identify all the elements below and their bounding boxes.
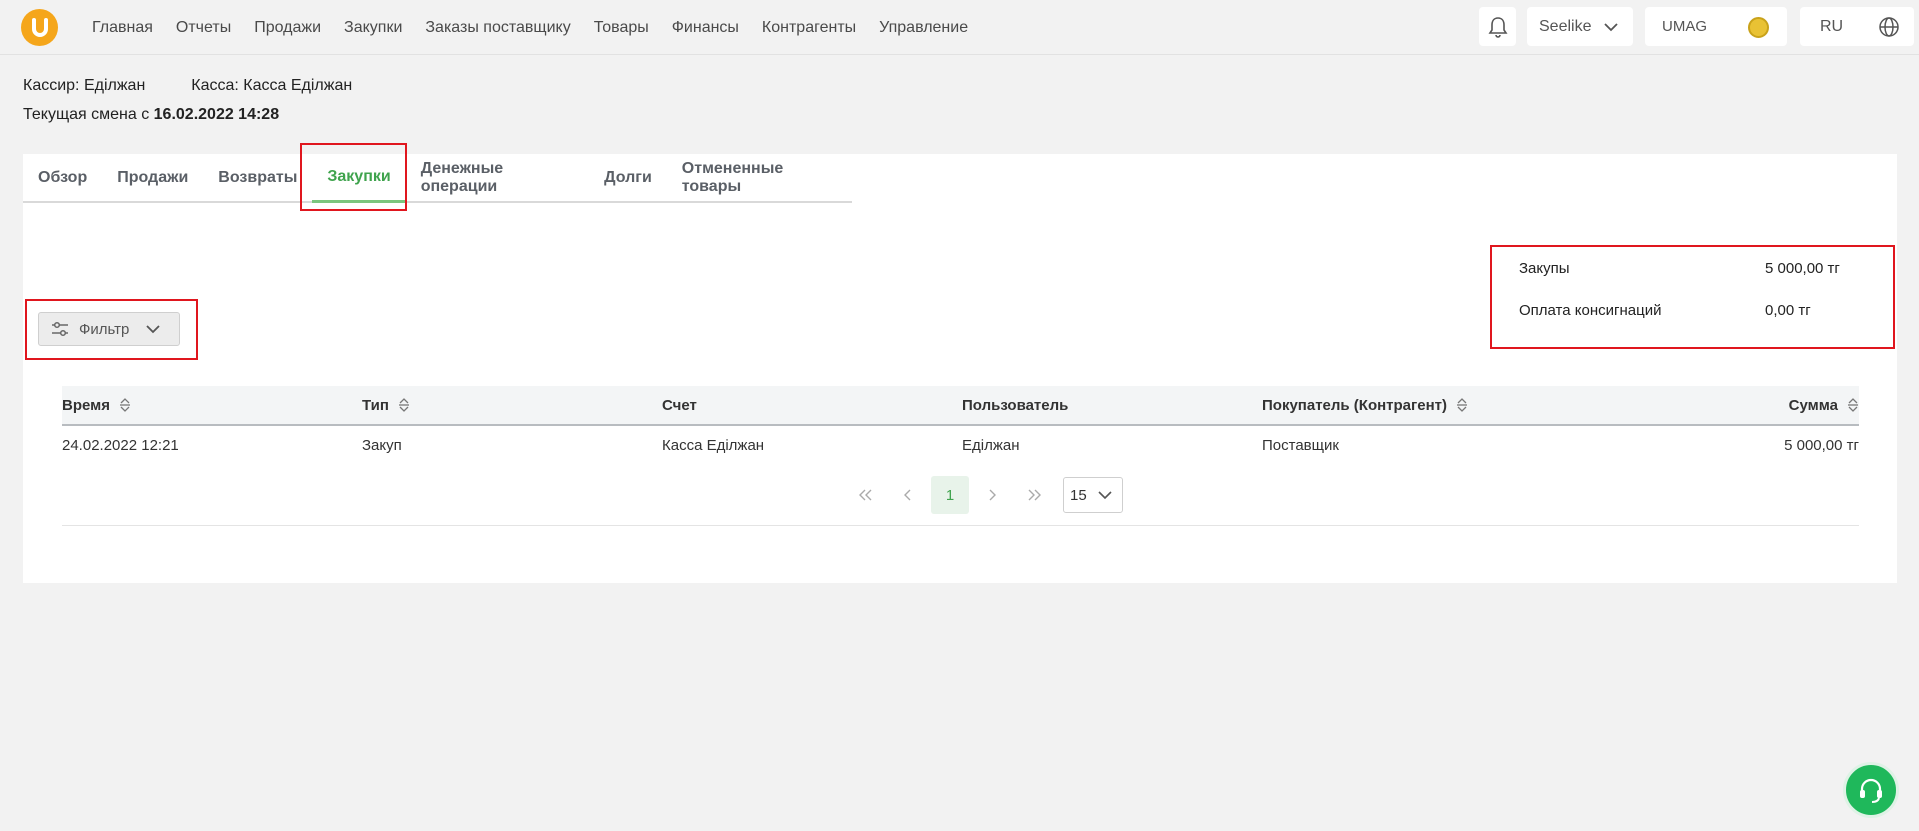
col-time-label: Время (62, 396, 110, 414)
col-user-header: Пользователь (962, 397, 1262, 414)
purchases-table: Время Тип Счет Пользователь Покупатель (… (62, 386, 1859, 526)
store-name: UMAG (1662, 18, 1707, 35)
col-buyer-label: Покупатель (Контрагент) (1262, 396, 1448, 414)
register-label: Касса: Касса Еділжан (191, 77, 353, 94)
col-sum-header[interactable]: Сумма (1562, 397, 1859, 414)
filter-highlight-box (25, 299, 198, 360)
tab-debts[interactable]: Долги (589, 153, 667, 202)
cell-sum: 5 000,00 тг (1784, 436, 1859, 454)
nav-item-goods[interactable]: Товары (594, 19, 649, 37)
table-header: Время Тип Счет Пользователь Покупатель (… (62, 386, 1859, 426)
user-menu-button[interactable]: Seelike (1527, 7, 1633, 46)
sort-icon[interactable] (1847, 397, 1859, 413)
double-chevron-left-icon (859, 489, 872, 501)
language-code: RU (1820, 17, 1844, 35)
prev-page-button[interactable] (889, 476, 927, 514)
shift-info: Кассир: Еділжан Касса: Касса Еділжан Тек… (23, 77, 352, 124)
logo-u-glyph (31, 17, 48, 37)
tab-highlight-box (300, 143, 407, 211)
nav-item-counterparties[interactable]: Контрагенты (762, 19, 856, 37)
globe-icon (1879, 17, 1899, 37)
logo-icon[interactable] (21, 9, 58, 46)
col-buyer-header[interactable]: Покупатель (Контрагент) (1262, 397, 1562, 414)
col-user-label: Пользователь (962, 396, 1069, 414)
col-type-header[interactable]: Тип (362, 397, 662, 414)
nav-item-reports[interactable]: Отчеты (176, 19, 231, 37)
nav-item-supplier-orders[interactable]: Заказы поставщику (425, 19, 570, 37)
cell-user: Еділжан (962, 436, 1020, 454)
first-page-button[interactable] (847, 476, 885, 514)
col-account-label: Счет (662, 396, 697, 414)
cell-buyer: Поставщик (1262, 436, 1339, 454)
page-size-select[interactable]: 15 (1063, 477, 1123, 513)
notifications-button[interactable] (1479, 7, 1516, 46)
nav-item-main[interactable]: Главная (92, 19, 153, 37)
headset-icon (1860, 778, 1882, 803)
main-panel: Обзор Продажи Возвраты Закупки Денежные … (23, 143, 1897, 583)
chevron-right-icon (989, 489, 996, 501)
summary-highlight-box (1490, 245, 1895, 349)
store-selector[interactable]: UMAG (1645, 7, 1787, 46)
cashier-label: Кассир: Еділжан (23, 77, 146, 94)
current-shift-value: 16.02.2022 14:28 (153, 106, 280, 123)
nav-item-finance[interactable]: Финансы (672, 19, 739, 37)
chevron-left-icon (904, 489, 911, 501)
nav-item-purchases[interactable]: Закупки (344, 19, 402, 37)
col-account-header: Счет (662, 397, 962, 414)
col-sum-label: Сумма (1788, 396, 1838, 414)
nav-item-sales[interactable]: Продажи (254, 19, 321, 37)
tab-sales[interactable]: Продажи (102, 153, 203, 202)
page-size-value: 15 (1070, 486, 1087, 504)
sort-icon[interactable] (1456, 397, 1468, 413)
next-page-button[interactable] (973, 476, 1011, 514)
page-number-current[interactable]: 1 (931, 476, 969, 514)
last-page-button[interactable] (1015, 476, 1053, 514)
col-time-header[interactable]: Время (62, 397, 362, 414)
tab-cancelled-goods[interactable]: Отмененные товары (667, 153, 852, 202)
col-type-label: Тип (362, 396, 389, 414)
sort-icon[interactable] (119, 397, 131, 413)
chevron-down-icon (1604, 23, 1618, 32)
language-selector[interactable]: RU (1800, 7, 1914, 46)
pagination: 1 15 (62, 472, 1859, 526)
bell-icon (1488, 16, 1507, 38)
support-chat-button[interactable] (1843, 762, 1899, 818)
user-name: Seelike (1539, 17, 1592, 35)
coin-icon (1748, 17, 1769, 38)
top-bar: Главная Отчеты Продажи Закупки Заказы по… (0, 0, 1919, 55)
tab-cash-operations[interactable]: Денежные операции (406, 153, 589, 202)
table-row[interactable]: 24.02.2022 12:21 Закуп Касса Еділжан Еді… (62, 426, 1859, 464)
chevron-down-icon (1098, 491, 1112, 500)
cell-account: Касса Еділжан (662, 436, 765, 454)
tab-bar: Обзор Продажи Возвраты Закупки Денежные … (23, 154, 852, 203)
current-shift-label: Текущая смена с (23, 106, 154, 123)
cell-time: 24.02.2022 12:21 (62, 436, 179, 454)
double-chevron-right-icon (1028, 489, 1041, 501)
sort-icon[interactable] (398, 397, 410, 413)
main-nav: Главная Отчеты Продажи Закупки Заказы по… (92, 0, 991, 55)
cell-type: Закуп (362, 436, 402, 454)
tab-overview[interactable]: Обзор (23, 153, 102, 202)
tab-returns[interactable]: Возвраты (203, 153, 312, 202)
nav-item-management[interactable]: Управление (879, 19, 968, 37)
